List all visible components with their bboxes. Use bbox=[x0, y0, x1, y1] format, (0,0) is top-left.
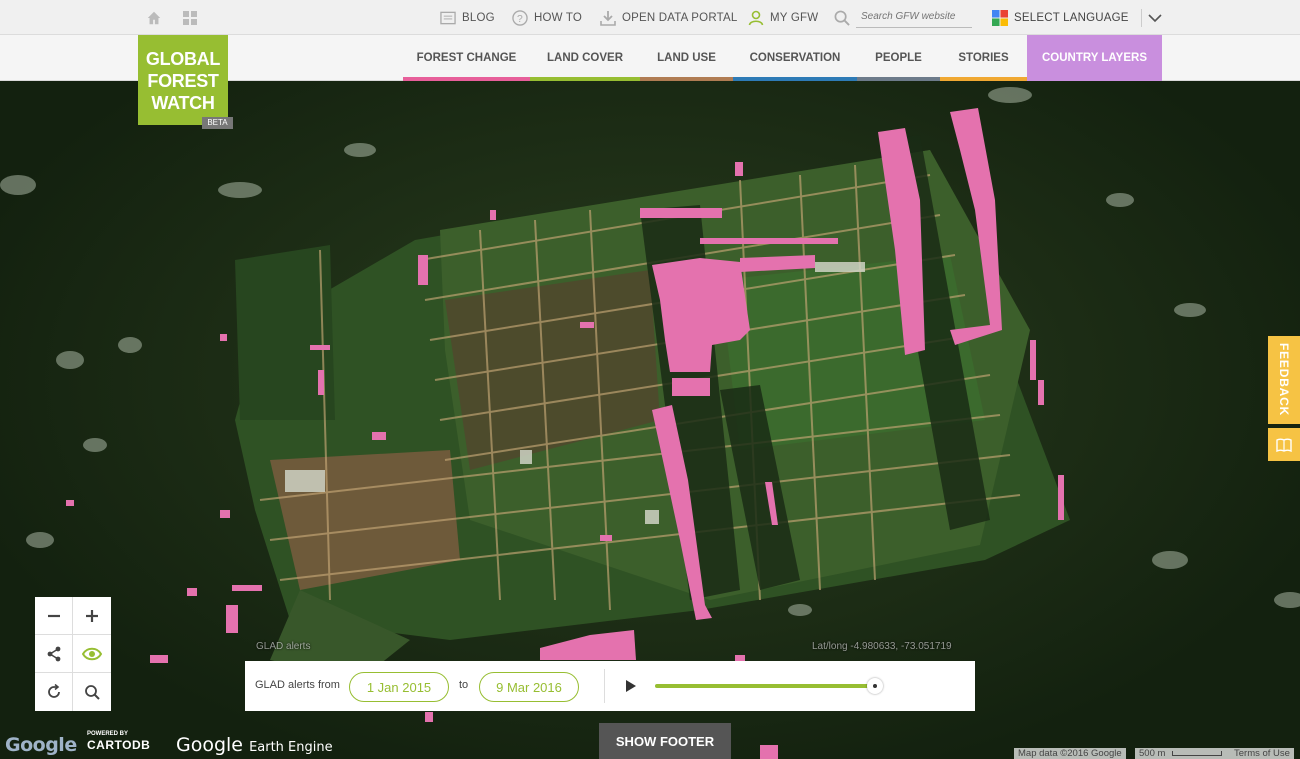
timeline-track[interactable] bbox=[655, 684, 877, 688]
search-icon bbox=[85, 685, 100, 700]
how-to-link[interactable]: ? HOW TO bbox=[512, 0, 582, 35]
map-data-attribution: Map data ©2016 Google bbox=[1014, 748, 1126, 759]
chevron-down-icon bbox=[1148, 13, 1162, 22]
tab-land-cover[interactable]: LAND COVER bbox=[530, 35, 640, 81]
scale-bar: 500 m bbox=[1135, 748, 1230, 759]
tab-country-layers[interactable]: COUNTRY LAYERS bbox=[1027, 35, 1162, 81]
google-translate-icon bbox=[992, 9, 1008, 26]
timeline-handle[interactable] bbox=[867, 678, 883, 694]
zoom-out-button[interactable] bbox=[35, 597, 73, 635]
share-icon bbox=[47, 646, 60, 661]
zoom-in-icon bbox=[86, 609, 98, 622]
play-button[interactable] bbox=[625, 679, 637, 698]
home-icon[interactable] bbox=[146, 0, 162, 35]
tab-conservation[interactable]: CONSERVATION bbox=[733, 35, 857, 81]
tab-people[interactable]: PEOPLE bbox=[857, 35, 940, 81]
newspaper-icon bbox=[440, 11, 456, 24]
reset-button[interactable] bbox=[35, 673, 73, 711]
zoom-in-button[interactable] bbox=[73, 597, 111, 635]
toggle-layers-button[interactable] bbox=[73, 635, 111, 673]
timeline-label: GLAD alerts from bbox=[255, 679, 340, 691]
start-date-picker[interactable]: 1 Jan 2015 bbox=[349, 672, 449, 702]
book-icon bbox=[1276, 438, 1292, 452]
download-icon bbox=[600, 10, 616, 26]
map-search-button[interactable] bbox=[73, 673, 111, 711]
google-logo: Google bbox=[5, 734, 77, 756]
my-gfw-link[interactable]: MY GFW bbox=[748, 0, 818, 35]
timeline-divider bbox=[604, 669, 605, 703]
timeline-panel: GLAD alerts from 1 Jan 2015 to 9 Mar 201… bbox=[245, 661, 975, 711]
language-selector[interactable]: SELECT LANGUAGE bbox=[992, 0, 1162, 35]
latlong-readout: Lat/long -4.980633, -73.051719 bbox=[812, 641, 952, 652]
timeline-to-label: to bbox=[459, 679, 469, 691]
user-icon bbox=[748, 10, 764, 25]
feedback-tab[interactable]: FEEDBACK bbox=[1268, 336, 1300, 424]
terms-link[interactable]: Terms of Use bbox=[1230, 748, 1294, 759]
search-icon[interactable] bbox=[834, 0, 850, 35]
apps-grid-icon[interactable] bbox=[182, 0, 198, 35]
refresh-icon bbox=[47, 684, 60, 698]
cartodb-logo: CARTODB bbox=[87, 738, 151, 752]
layer-caption: GLAD alerts bbox=[256, 641, 311, 652]
zoom-out-icon bbox=[47, 614, 60, 617]
svg-text:?: ? bbox=[517, 13, 523, 24]
powered-by-label: POWERED BY bbox=[87, 731, 129, 737]
search-input[interactable] bbox=[856, 6, 972, 28]
gfw-logo[interactable]: GLOBAL FOREST WATCH bbox=[138, 35, 228, 125]
question-icon: ? bbox=[512, 9, 528, 26]
end-date-picker[interactable]: 9 Mar 2016 bbox=[479, 672, 579, 702]
play-icon bbox=[626, 680, 636, 692]
beta-badge: BETA bbox=[202, 117, 233, 129]
open-data-link[interactable]: OPEN DATA PORTAL bbox=[600, 0, 737, 35]
top-utility-bar: BLOG ? HOW TO OPEN DATA PORTAL MY GFW SE… bbox=[0, 0, 1300, 35]
earth-engine-logo: Google Earth Engine bbox=[176, 734, 333, 756]
blog-link[interactable]: BLOG bbox=[440, 0, 495, 35]
share-button[interactable] bbox=[35, 635, 73, 673]
show-footer-button[interactable]: SHOW FOOTER bbox=[599, 723, 731, 759]
tab-land-use[interactable]: LAND USE bbox=[640, 35, 733, 81]
tab-forest-change[interactable]: FOREST CHANGE bbox=[403, 35, 530, 81]
eye-icon bbox=[82, 647, 102, 660]
tab-stories[interactable]: STORIES bbox=[940, 35, 1027, 81]
map-controls bbox=[35, 597, 111, 711]
guide-tab[interactable] bbox=[1268, 428, 1300, 461]
